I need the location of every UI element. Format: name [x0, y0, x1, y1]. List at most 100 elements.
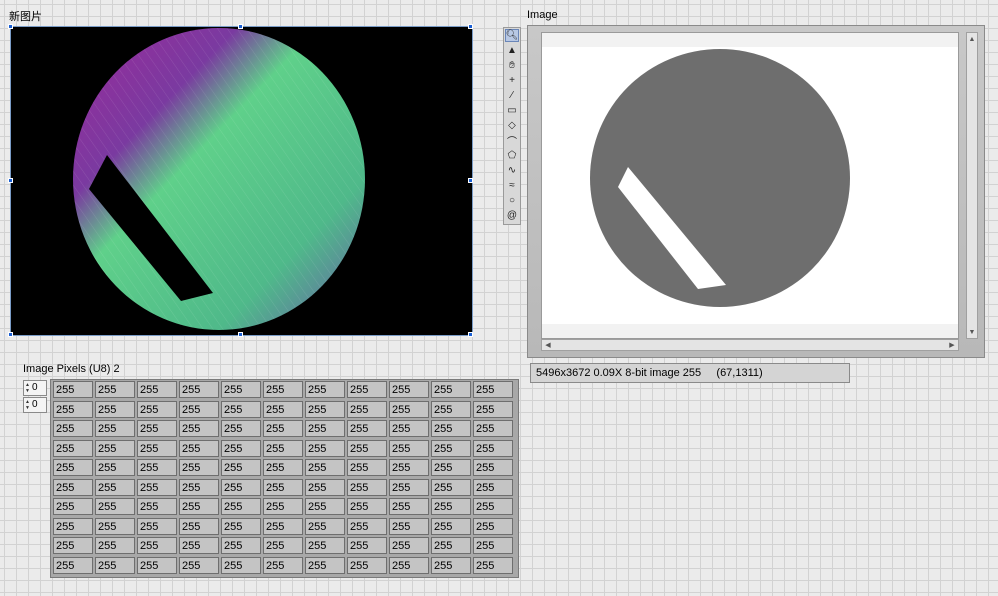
resize-handle-top[interactable]	[238, 24, 243, 29]
array-cell[interactable]: 255	[95, 400, 135, 418]
array-cell[interactable]: 255	[473, 459, 513, 476]
array-cell[interactable]: 255	[53, 459, 93, 476]
array-cell[interactable]: 255	[389, 400, 429, 418]
polygon-icon[interactable]: ⬠	[505, 149, 519, 162]
array-cell[interactable]: 255	[263, 400, 303, 418]
array-cell[interactable]: 255	[95, 459, 135, 476]
array-cell[interactable]: 255	[305, 517, 345, 535]
array-cell[interactable]: 255	[263, 556, 303, 574]
array-cell[interactable]: 255	[389, 439, 429, 457]
array-cell[interactable]: 255	[473, 537, 513, 554]
array-cell[interactable]: 255	[137, 400, 177, 418]
array-cell[interactable]: 255	[179, 459, 219, 476]
rectangle-icon[interactable]: ▭	[505, 104, 519, 117]
array-cell[interactable]: 255	[53, 537, 93, 554]
array-cell[interactable]: 255	[179, 478, 219, 496]
image-display-canvas[interactable]	[541, 32, 959, 339]
array-cell[interactable]: 255	[431, 498, 471, 515]
vertical-scrollbar[interactable]: ▲ ▼	[966, 32, 978, 339]
array-cell[interactable]: 255	[305, 381, 345, 398]
scroll-right-icon[interactable]: ▶	[947, 340, 957, 350]
array-cell[interactable]: 255	[305, 439, 345, 457]
resize-handle-bottom-left[interactable]	[8, 332, 13, 337]
array-cell[interactable]: 255	[179, 556, 219, 574]
array-cell[interactable]: 255	[179, 498, 219, 515]
array-cell[interactable]: 255	[95, 556, 135, 574]
array-cell[interactable]: 255	[53, 420, 93, 437]
array-cell[interactable]: 255	[389, 537, 429, 554]
array-cell[interactable]: 255	[221, 556, 261, 574]
annulus-icon[interactable]: ⌒	[505, 134, 519, 148]
array-cell[interactable]: 255	[389, 459, 429, 476]
array-cell[interactable]: 255	[179, 537, 219, 554]
array-cell[interactable]: 255	[305, 556, 345, 574]
broken-line-icon[interactable]: ≈	[505, 179, 519, 192]
array-cell[interactable]: 255	[95, 478, 135, 496]
array-cell[interactable]: 255	[389, 420, 429, 437]
point-crosshair-icon[interactable]: +	[505, 74, 519, 87]
row-index-control[interactable]: ▲ ▼ 0	[23, 380, 47, 396]
array-cell[interactable]: 255	[263, 498, 303, 515]
array-cell[interactable]: 255	[473, 420, 513, 437]
array-cell[interactable]: 255	[53, 498, 93, 515]
line-icon[interactable]: ∕	[505, 89, 519, 102]
array-cell[interactable]: 255	[347, 478, 387, 496]
array-cell[interactable]: 255	[95, 517, 135, 535]
array-cell[interactable]: 255	[179, 420, 219, 437]
resize-handle-bottom-right[interactable]	[468, 332, 473, 337]
array-cell[interactable]: 255	[263, 439, 303, 457]
array-cell[interactable]: 255	[305, 400, 345, 418]
array-cell[interactable]: 255	[347, 459, 387, 476]
array-cell[interactable]: 255	[305, 537, 345, 554]
array-cell[interactable]: 255	[137, 420, 177, 437]
array-cell[interactable]: 255	[137, 381, 177, 398]
array-cell[interactable]: 255	[221, 439, 261, 457]
array-cell[interactable]: 255	[431, 537, 471, 554]
array-cell[interactable]: 255	[221, 400, 261, 418]
array-cell[interactable]: 255	[473, 498, 513, 515]
resize-handle-right[interactable]	[468, 178, 473, 183]
array-cell[interactable]: 255	[53, 517, 93, 535]
array-cell[interactable]: 255	[221, 517, 261, 535]
array-cell[interactable]: 255	[179, 400, 219, 418]
array-cell[interactable]: 255	[473, 400, 513, 418]
array-cell[interactable]: 255	[347, 517, 387, 535]
array-cell[interactable]: 255	[95, 439, 135, 457]
array-cell[interactable]: 255	[347, 439, 387, 457]
column-index-control[interactable]: ▲ ▼ 0	[23, 397, 47, 413]
array-cell[interactable]: 255	[137, 459, 177, 476]
array-cell[interactable]: 255	[263, 381, 303, 398]
array-cell[interactable]: 255	[473, 381, 513, 398]
scroll-up-icon[interactable]: ▲	[967, 34, 977, 44]
array-cell[interactable]: 255	[347, 420, 387, 437]
array-cell[interactable]: 255	[347, 381, 387, 398]
resize-handle-left[interactable]	[8, 178, 13, 183]
array-cell[interactable]: 255	[431, 400, 471, 418]
array-cell[interactable]: 255	[305, 478, 345, 496]
array-cell[interactable]: 255	[431, 517, 471, 535]
array-cell[interactable]: 255	[263, 517, 303, 535]
array-cell[interactable]: 255	[263, 420, 303, 437]
array-cell[interactable]: 255	[305, 420, 345, 437]
array-cell[interactable]: 255	[95, 498, 135, 515]
array-cell[interactable]: 255	[347, 556, 387, 574]
array-cell[interactable]: 255	[473, 556, 513, 574]
pointer-icon[interactable]: ▲	[505, 44, 519, 57]
array-cell[interactable]: 255	[179, 381, 219, 398]
array-cell[interactable]: 255	[431, 439, 471, 457]
array-cell[interactable]: 255	[389, 517, 429, 535]
array-cell[interactable]: 255	[137, 537, 177, 554]
array-cell[interactable]: 255	[221, 420, 261, 437]
scroll-down-icon[interactable]: ▼	[967, 327, 977, 337]
zoom-icon[interactable]: 🔍︎	[505, 29, 519, 42]
index-increment-icon[interactable]: ▲ ▼	[25, 382, 31, 394]
array-cell[interactable]: 255	[263, 459, 303, 476]
array-cell[interactable]: 255	[53, 556, 93, 574]
array-cell[interactable]: 255	[53, 478, 93, 496]
array-cell[interactable]: 255	[179, 517, 219, 535]
array-cell[interactable]: 255	[137, 517, 177, 535]
array-cell[interactable]: 255	[221, 381, 261, 398]
array-cell[interactable]: 255	[263, 478, 303, 496]
array-cell[interactable]: 255	[221, 537, 261, 554]
array-cell[interactable]: 255	[221, 478, 261, 496]
